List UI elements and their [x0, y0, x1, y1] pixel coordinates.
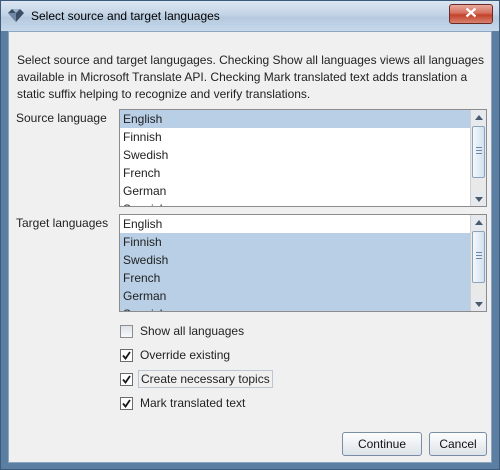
source-language-items: EnglishFinnishSwedishFrenchGermanSpanish [120, 110, 471, 206]
target-list-scrollbar[interactable] [470, 215, 486, 311]
dialog-window: Select source and target languages Selec… [0, 0, 500, 470]
mark-translated-text-checkbox[interactable] [120, 396, 133, 410]
list-item-english[interactable]: English [120, 215, 471, 233]
create-necessary-topics-option[interactable]: Create necessary topics [120, 370, 273, 388]
diamond-app-icon [7, 8, 25, 24]
scroll-thumb[interactable] [472, 126, 485, 178]
mark-translated-text-label[interactable]: Mark translated text [138, 395, 247, 411]
create-necessary-topics-checkbox[interactable] [120, 372, 133, 386]
window-title: Select source and target languages [31, 9, 220, 23]
list-item-english[interactable]: English [120, 110, 471, 128]
source-list-scrollbar[interactable] [470, 110, 486, 206]
target-language-items: EnglishFinnishSwedishFrenchGermanSpanish [120, 215, 471, 311]
list-item-finnish[interactable]: Finnish [120, 233, 471, 251]
title-bar[interactable]: Select source and target languages [1, 1, 499, 31]
target-languages-label: Target languages [16, 216, 109, 230]
list-item-swedish[interactable]: Swedish [120, 251, 471, 269]
list-item-french[interactable]: French [120, 164, 471, 182]
scroll-thumb[interactable] [472, 231, 485, 283]
mark-translated-text-option[interactable]: Mark translated text [120, 394, 247, 412]
scroll-up-arrow[interactable] [471, 215, 486, 229]
scroll-down-arrow[interactable] [471, 297, 486, 311]
scroll-down-arrow[interactable] [471, 192, 486, 206]
cancel-button[interactable]: Cancel [429, 432, 487, 456]
scroll-up-arrow[interactable] [471, 110, 486, 124]
override-existing-checkbox[interactable] [120, 348, 133, 362]
list-item-french[interactable]: French [120, 269, 471, 287]
list-item-spanish[interactable]: Spanish [120, 305, 471, 311]
target-languages-list[interactable]: EnglishFinnishSwedishFrenchGermanSpanish [119, 214, 487, 312]
checkmark-icon [122, 398, 131, 408]
override-existing-label[interactable]: Override existing [138, 347, 232, 363]
override-existing-option[interactable]: Override existing [120, 346, 232, 364]
list-item-spanish[interactable]: Spanish [120, 200, 471, 206]
create-necessary-topics-label[interactable]: Create necessary topics [138, 370, 273, 388]
dialog-content: Select source and target langugages. Che… [8, 31, 492, 463]
source-language-list[interactable]: EnglishFinnishSwedishFrenchGermanSpanish [119, 109, 487, 207]
checkmark-icon [122, 350, 131, 360]
source-language-label: Source language [16, 111, 107, 125]
show-all-languages-label[interactable]: Show all languages [138, 323, 246, 339]
checkmark-icon [122, 374, 131, 384]
close-icon [465, 7, 477, 21]
show-all-languages-option[interactable]: Show all languages [120, 322, 246, 340]
list-item-german[interactable]: German [120, 182, 471, 200]
list-item-finnish[interactable]: Finnish [120, 128, 471, 146]
list-item-german[interactable]: German [120, 287, 471, 305]
description-text: Select source and target langugages. Che… [17, 53, 484, 101]
list-item-swedish[interactable]: Swedish [120, 146, 471, 164]
continue-button[interactable]: Continue [342, 432, 422, 456]
show-all-languages-checkbox[interactable] [120, 324, 133, 338]
close-button[interactable] [449, 4, 493, 24]
